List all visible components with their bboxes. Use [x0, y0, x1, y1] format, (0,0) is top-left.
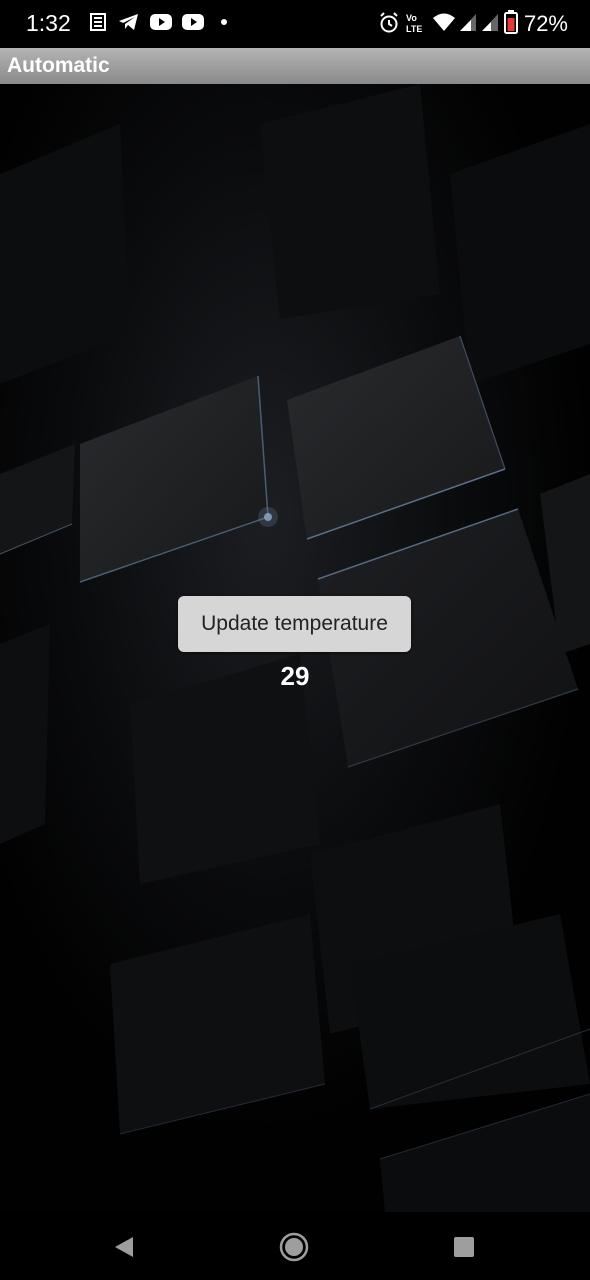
wifi-icon [433, 13, 455, 31]
battery-percent: 72% [523, 11, 568, 36]
signal-icon [460, 14, 476, 31]
back-icon [115, 1237, 133, 1257]
svg-text:Vo: Vo [406, 13, 417, 23]
status-time: 1:32 [26, 10, 71, 36]
signal-icon [482, 14, 498, 31]
dot-icon [221, 19, 227, 25]
recents-icon [454, 1237, 474, 1257]
action-bar: Automatic [0, 48, 590, 84]
home-button[interactable] [277, 1230, 311, 1264]
update-temperature-button[interactable]: Update temperature [178, 596, 411, 652]
app-title: Automatic [7, 54, 110, 77]
main-content: Update temperature 29 [0, 84, 590, 1212]
phone-screen: 1:32 Vo LTE 72% Automatic Update tempera… [0, 0, 590, 1280]
alarm-icon [380, 12, 398, 33]
battery-icon [504, 10, 518, 34]
navigation-bar [0, 1212, 590, 1280]
youtube-icon [150, 14, 172, 30]
volte-icon: Vo LTE [406, 13, 422, 34]
temperature-value: 29 [280, 661, 310, 691]
back-button[interactable] [107, 1230, 141, 1264]
status-bar: 1:32 Vo LTE 72% [0, 0, 590, 48]
svg-text:LTE: LTE [406, 24, 422, 34]
youtube-icon [182, 14, 204, 30]
telegram-icon [119, 14, 138, 30]
news-icon [90, 13, 106, 31]
home-icon [279, 1232, 309, 1262]
recents-button[interactable] [447, 1230, 481, 1264]
